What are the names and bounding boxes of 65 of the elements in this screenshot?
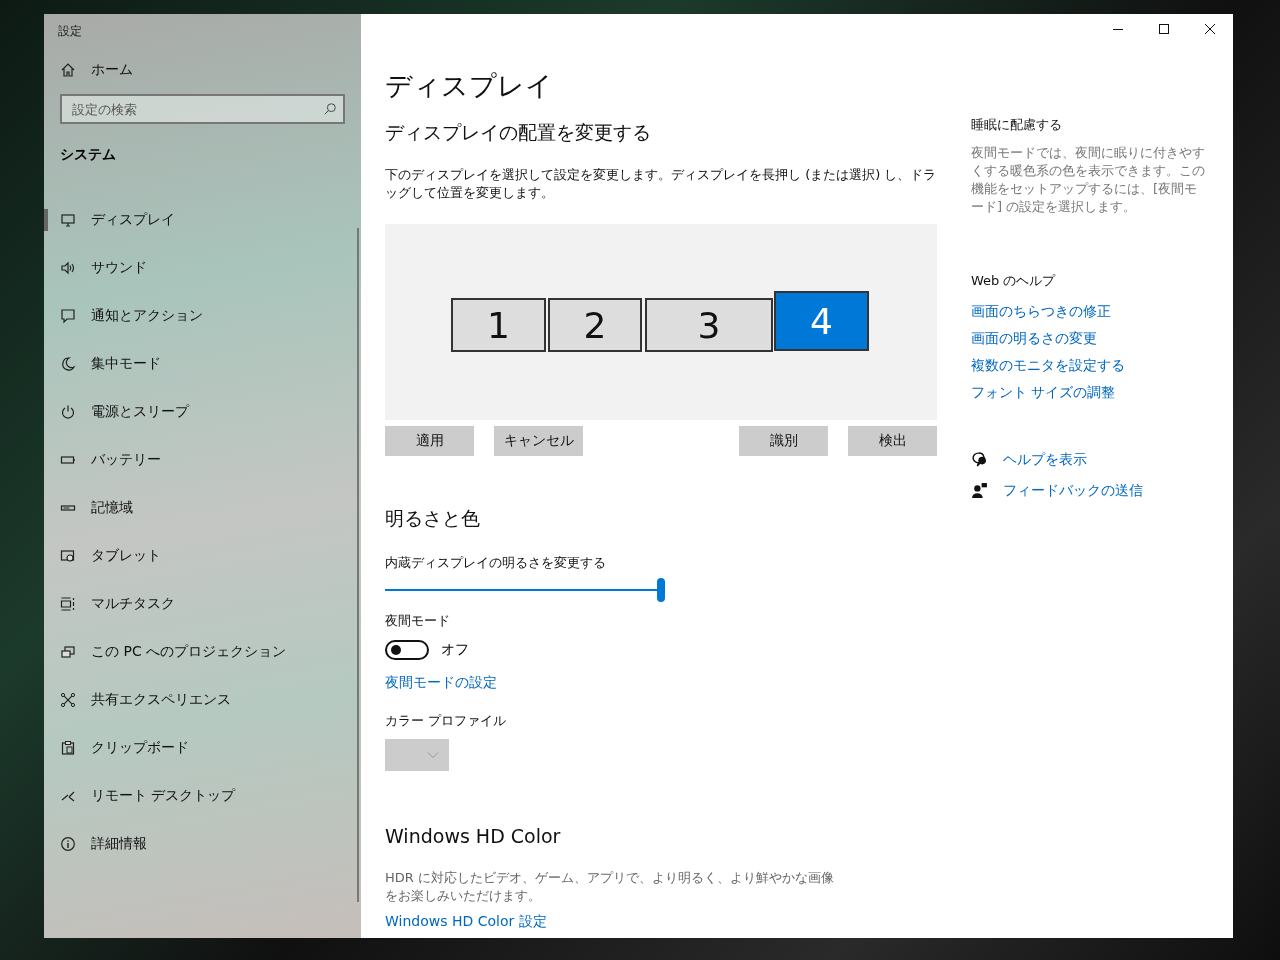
search-field[interactable]: 設定の検索 [60,94,345,124]
section-heading: 明るさと色 [385,506,480,531]
sidebar-item[interactable]: タブレット [44,532,361,580]
toggle-state-text: オフ [441,641,469,659]
feedback-person-icon [971,482,988,499]
action-button[interactable]: 識別 [739,426,828,456]
sidebar-item[interactable]: 詳細情報 [44,820,361,868]
description-text: 下のディスプレイを選択して設定を変更します。ディスプレイを長押し (または選択) し、ドラッグして位置を変更します。 [385,166,937,202]
sidebar-item-icon [60,308,76,324]
action-button[interactable]: キャンセル [494,426,583,456]
monitor-tile[interactable]: 2 [548,298,642,352]
help-link[interactable]: 画面のちらつきの修正 [971,298,1211,325]
sidebar-item-icon [60,596,76,612]
sidebar-item[interactable]: リモート デスクトップ [44,772,361,820]
dropdown-label: カラー プロファイル [385,712,507,730]
window-title: 設定 [57,23,83,40]
sidebar-item-icon [60,404,76,420]
sidebar-item-icon [60,356,76,372]
aside-description: 夜間モードでは、夜間に眠りに付きやすくする暖色系の色を表示できます。この機能をセットアップするには、[夜間モード] の設定を選択します。 [971,144,1206,216]
monitor-tile[interactable]: 3 [645,298,773,352]
sidebar-item[interactable]: マルチタスク [44,580,361,628]
action-link[interactable]: ヘルプを表示 [1003,450,1087,469]
night-mode-settings-link[interactable]: 夜間モードの設定 [385,674,497,692]
help-chat-icon [971,451,988,468]
scrollbar[interactable] [357,228,359,902]
action-button[interactable]: 適用 [385,426,474,456]
sidebar-item[interactable]: バッテリー [44,436,361,484]
search-icon [323,102,337,116]
action-button[interactable]: 検出 [848,426,937,456]
sidebar-item-icon [60,548,76,564]
sidebar-item[interactable]: 記憶域 [44,484,361,532]
description-text: HDR に対応したビデオ、ゲーム、アプリで、より明るく、より鮮やかな画像をお楽しみいただけます。 [385,869,835,905]
monitor-tile[interactable]: 1 [451,298,546,352]
section-heading: ディスプレイの配置を変更する [385,120,651,145]
sidebar-item-icon [60,692,76,708]
action-link[interactable]: フィードバックの送信 [1003,481,1143,500]
section-heading: Windows HD Color [385,825,561,847]
sidebar-item[interactable]: サウンド [44,244,361,292]
slider-label: 内蔵ディスプレイの明るさを変更する [385,554,606,572]
aside-heading: 睡眠に配慮する [971,116,1063,134]
sidebar-item[interactable]: クリップボード [44,724,361,772]
monitor-tile[interactable]: 4 [774,291,869,351]
sidebar-item[interactable]: 通知とアクション [44,292,361,340]
toggle-label: 夜間モード [385,612,450,630]
help-link[interactable]: フォント サイズの調整 [971,379,1211,406]
sidebar-item[interactable]: ディスプレイ [44,196,361,244]
sidebar-item[interactable]: 共有エクスペリエンス [44,676,361,724]
home-item[interactable]: ホーム [44,60,361,80]
home-icon [60,62,76,78]
sidebar-item-icon [60,212,76,228]
sidebar-item-icon [60,644,76,660]
night-mode-toggle[interactable] [385,640,429,660]
sidebar-item-icon [60,740,76,756]
sidebar-item[interactable]: この PC へのプロジェクション [44,628,361,676]
help-link[interactable]: 画面の明るさの変更 [971,325,1211,352]
section-heading: システム [59,145,117,164]
aside-heading: Web のヘルプ [971,272,1057,290]
sidebar-item[interactable]: 集中モード [44,340,361,388]
page-title: ディスプレイ [385,69,553,103]
chevron-icon [427,751,439,759]
hd-color-settings-link[interactable]: Windows HD Color 設定 [385,913,547,931]
help-link[interactable]: 複数のモニタを設定する [971,352,1211,379]
sidebar-item-icon [60,260,76,276]
sidebar-item-icon [60,836,76,852]
sidebar-item[interactable]: 電源とスリープ [44,388,361,436]
